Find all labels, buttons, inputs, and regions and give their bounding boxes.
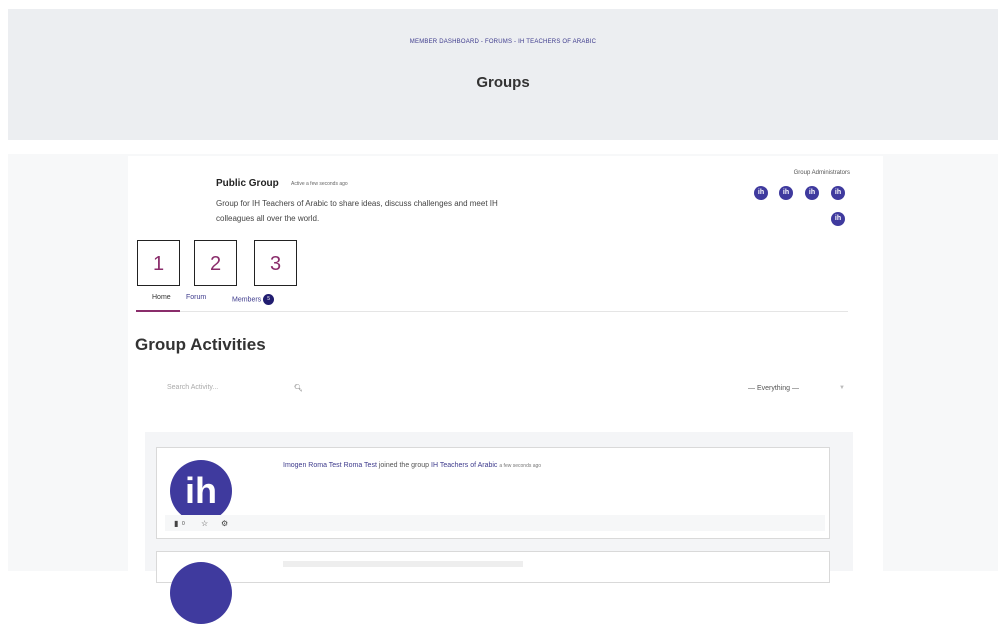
breadcrumb-forums[interactable]: FORUMS — [485, 39, 512, 45]
page-title: Groups — [476, 74, 530, 91]
admin-avatar[interactable]: ih — [805, 186, 819, 200]
activity-text-placeholder — [283, 561, 523, 567]
activity-filter-select[interactable]: — Everything — — [748, 385, 799, 392]
activity-actor-link[interactable]: Imogen Roma Test Roma Test — [283, 462, 377, 469]
tab-members[interactable]: Members 5 — [232, 294, 275, 305]
active-tab-indicator — [136, 310, 180, 312]
activity-item — [156, 551, 830, 583]
comment-count: 0 — [182, 521, 185, 527]
group-administrators-label: Group Administrators — [793, 170, 850, 176]
group-active-status: Active a few seconds ago — [291, 181, 348, 187]
comment-icon[interactable]: ▮ — [174, 519, 178, 528]
marker-label-1: 1 — [137, 240, 180, 286]
activity-text: Imogen Roma Test Roma Test joined the gr… — [283, 462, 541, 469]
search-placeholder: Search Activity... — [167, 384, 219, 391]
tab-members-label: Members — [232, 296, 262, 304]
admin-avatar[interactable]: ih — [831, 212, 845, 226]
group-type: Public Group — [216, 178, 279, 189]
chevron-down-icon[interactable]: ▼ — [839, 385, 845, 391]
user-avatar[interactable]: ih — [170, 460, 232, 522]
user-avatar[interactable] — [170, 562, 232, 624]
activity-group-link[interactable]: IH Teachers of Arabic — [431, 462, 497, 469]
settings-icon[interactable]: ⚙ — [221, 519, 228, 528]
favorite-star-icon[interactable]: ☆ — [201, 519, 208, 528]
breadcrumb-group[interactable]: IH TEACHERS OF ARABIC — [518, 39, 596, 45]
activity-time: a few seconds ago — [499, 463, 542, 469]
admin-avatar[interactable]: ih — [754, 186, 768, 200]
marker-label-2: 2 — [194, 240, 237, 286]
breadcrumb: MEMBER DASHBOARD - FORUMS - IH TEACHERS … — [409, 39, 597, 45]
tab-home[interactable]: Home — [152, 294, 171, 301]
breadcrumb-dashboard[interactable]: MEMBER DASHBOARD — [410, 39, 479, 45]
group-tabs: Home Forum Members 5 — [136, 290, 848, 312]
activity-actions — [165, 515, 825, 531]
members-count-badge: 5 — [263, 294, 275, 305]
group-description: Group for IH Teachers of Arabic to share… — [216, 199, 498, 223]
activity-action: joined the group — [378, 462, 430, 469]
marker-label-3: 3 — [254, 240, 297, 286]
search-icon[interactable]: 🔍︎ — [294, 384, 303, 392]
tab-forum[interactable]: Forum — [186, 294, 206, 301]
admin-avatar[interactable]: ih — [779, 186, 793, 200]
section-title: Group Activities — [135, 335, 266, 354]
admin-avatar[interactable]: ih — [831, 186, 845, 200]
page-header: MEMBER DASHBOARD - FORUMS - IH TEACHERS … — [8, 9, 998, 140]
